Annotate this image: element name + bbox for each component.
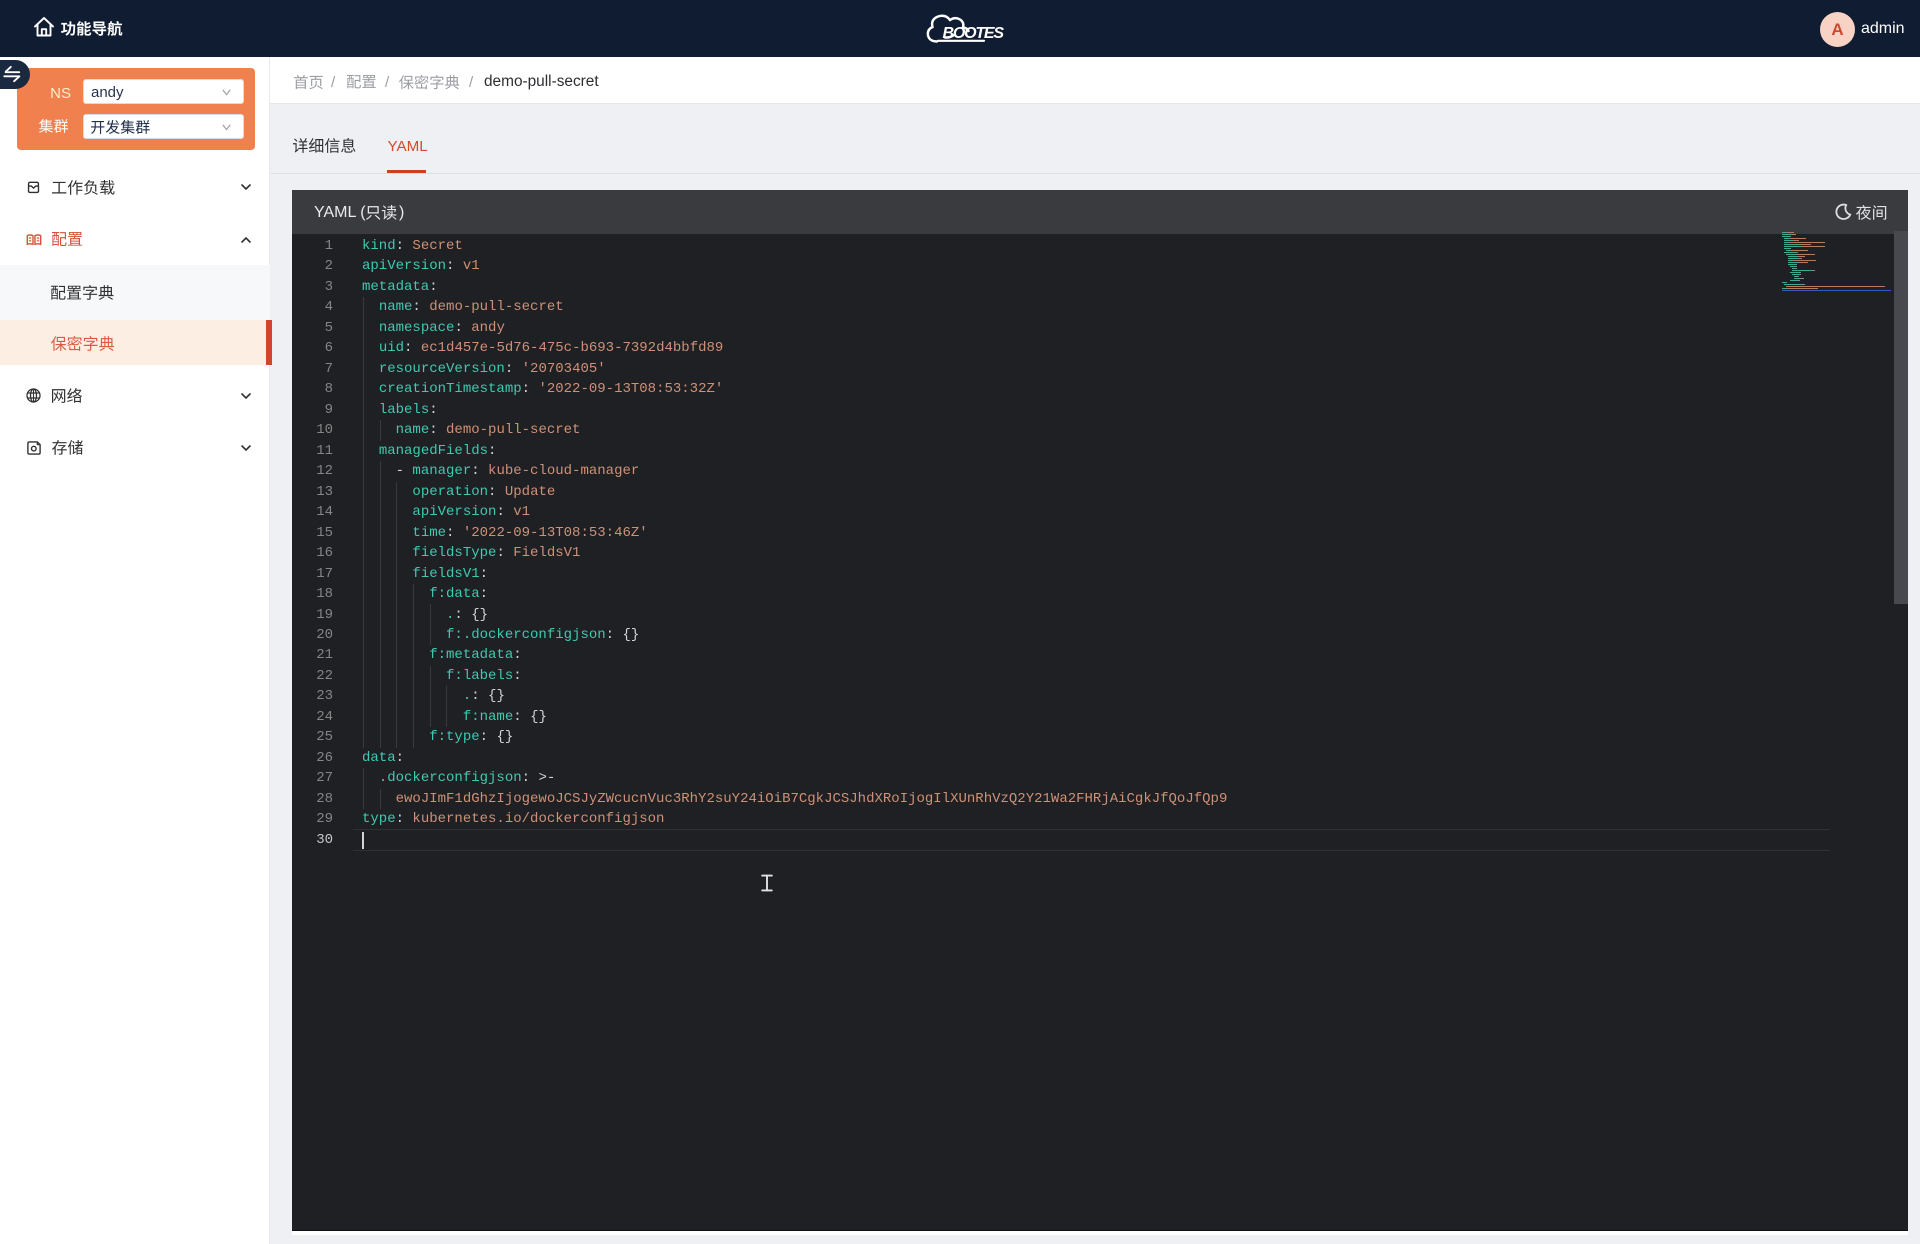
svg-text:BOOTES: BOOTES bbox=[943, 25, 1005, 42]
